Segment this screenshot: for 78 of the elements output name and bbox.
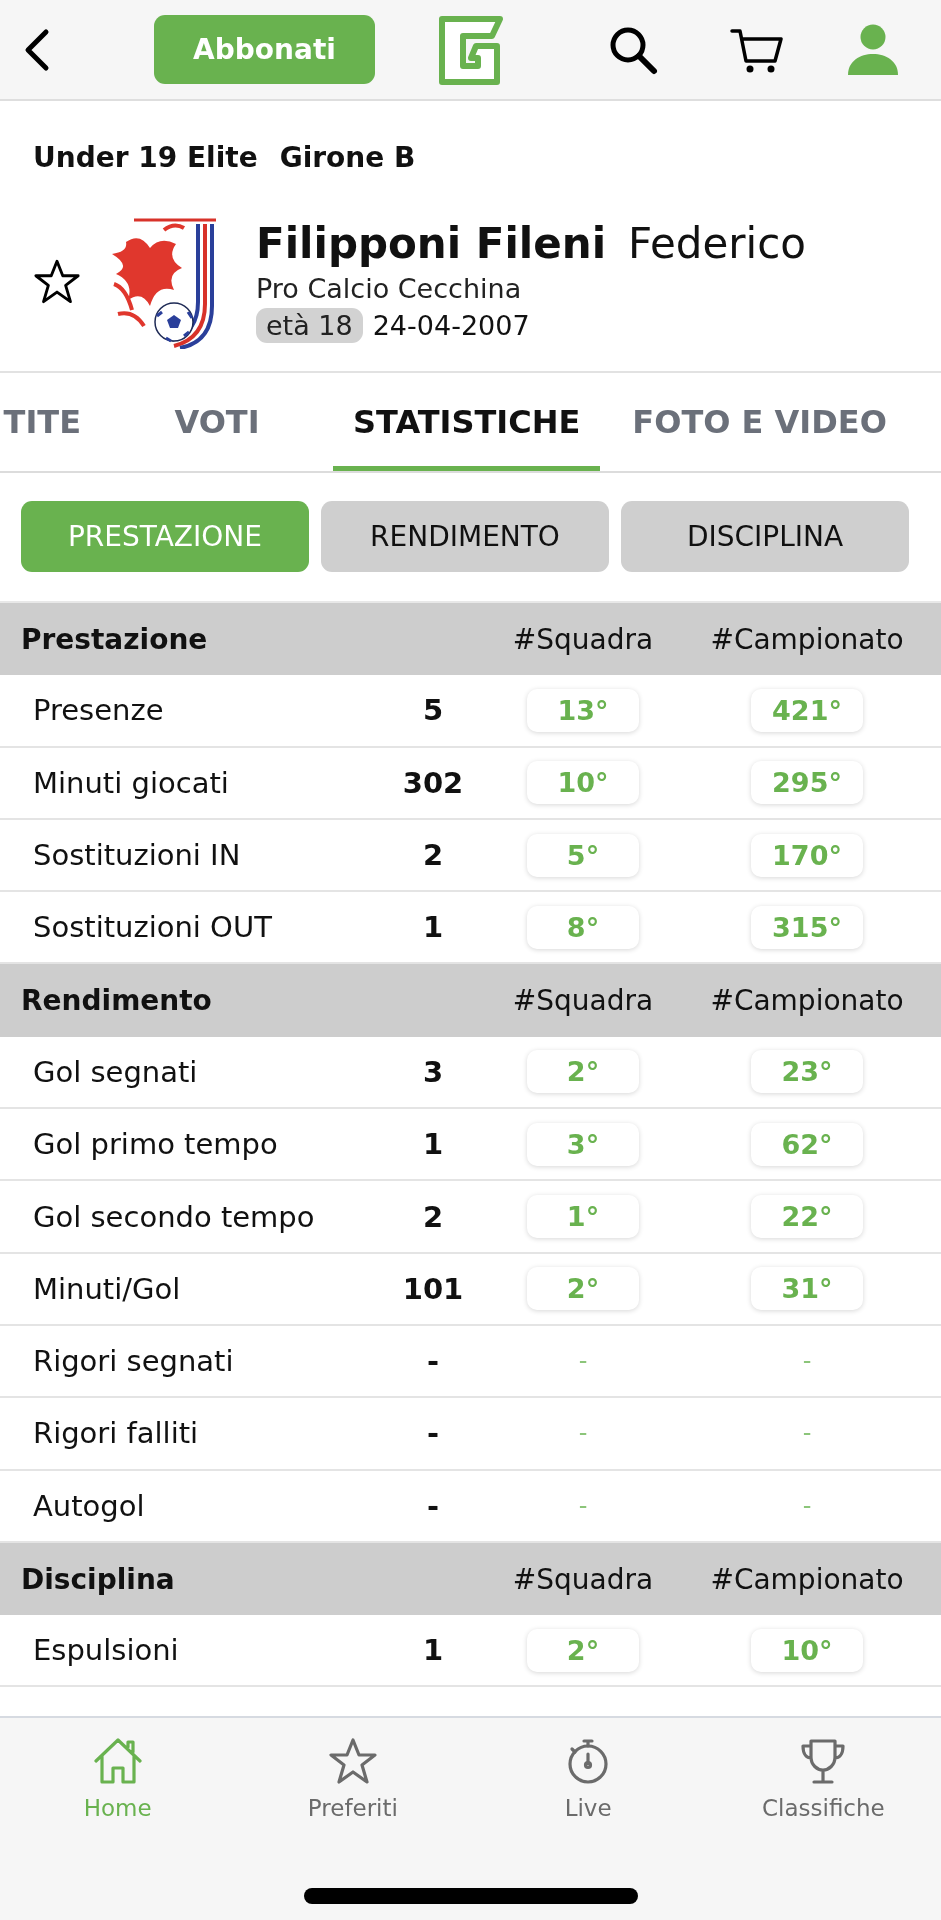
section-title: Prestazione bbox=[21, 622, 208, 656]
stat-label: Espulsioni bbox=[33, 1633, 179, 1668]
stat-value: 5 bbox=[422, 693, 444, 728]
stat-label: Presenze bbox=[33, 693, 164, 728]
column-header: #Campionato bbox=[710, 1562, 904, 1596]
rank-value: - bbox=[802, 1491, 812, 1520]
stat-value: 1 bbox=[422, 1633, 444, 1668]
stat-label: Gol primo tempo bbox=[33, 1127, 278, 1162]
rank-badge: 170° bbox=[751, 833, 863, 877]
stat-label: Sostituzioni IN bbox=[33, 838, 241, 873]
rank-badge: 2° bbox=[527, 1628, 639, 1672]
column-header: #Squadra bbox=[512, 1562, 654, 1596]
stat-value: - bbox=[426, 1488, 439, 1523]
rank-badge: 295° bbox=[751, 761, 863, 805]
rank-value: - bbox=[578, 1491, 588, 1520]
stat-label: Gol segnati bbox=[33, 1054, 198, 1089]
column-header: #Squadra bbox=[512, 984, 654, 1018]
tab[interactable]: STATISTICHE bbox=[333, 373, 601, 471]
rank-badge: 315° bbox=[751, 905, 863, 949]
stat-value: 2 bbox=[422, 838, 444, 873]
player-first-name: Federico bbox=[628, 220, 806, 269]
rank-badge: 8° bbox=[527, 905, 639, 949]
nav-item[interactable]: Live bbox=[470, 1718, 706, 1822]
stat-value: 302 bbox=[402, 765, 464, 800]
rank-badge: 31° bbox=[751, 1267, 863, 1311]
rank-badge: 22° bbox=[751, 1195, 863, 1238]
tab[interactable]: TITE bbox=[0, 373, 101, 471]
stat-value: 1 bbox=[422, 910, 444, 945]
rank-badge: 5° bbox=[527, 833, 639, 877]
stat-label: Minuti giocati bbox=[33, 765, 229, 800]
stat-label: Rigori falliti bbox=[33, 1416, 199, 1451]
rank-badge: 2° bbox=[527, 1050, 639, 1094]
tab[interactable]: FOTO E VIDEO bbox=[612, 373, 907, 471]
rank-badge: 13° bbox=[527, 688, 639, 732]
rank-badge: 2° bbox=[527, 1267, 639, 1311]
column-header: #Campionato bbox=[710, 984, 904, 1018]
stat-label: Minuti/Gol bbox=[33, 1271, 181, 1306]
home-icon bbox=[92, 1737, 143, 1785]
filter-tab[interactable]: PRESTAZIONE bbox=[21, 501, 309, 572]
rank-value: - bbox=[802, 1347, 812, 1376]
stat-value: 1 bbox=[422, 1127, 444, 1162]
rank-value: - bbox=[802, 1419, 812, 1448]
column-header: #Campionato bbox=[710, 622, 904, 656]
rank-badge: 1° bbox=[527, 1195, 639, 1238]
stat-value: - bbox=[426, 1416, 439, 1451]
tab[interactable]: VOTI bbox=[113, 373, 321, 471]
group-name: Girone B bbox=[279, 141, 416, 174]
player-surname: Filipponi Fileni bbox=[256, 220, 607, 269]
rank-badge: 10° bbox=[751, 1628, 863, 1672]
nav-item[interactable]: Preferiti bbox=[235, 1718, 471, 1822]
stat-label: Rigori segnati bbox=[33, 1344, 234, 1379]
stat-label: Gol secondo tempo bbox=[33, 1199, 315, 1234]
stat-label: Sostituzioni OUT bbox=[33, 910, 272, 945]
rank-value: - bbox=[578, 1347, 588, 1376]
rank-badge: 421° bbox=[751, 688, 863, 732]
rank-badge: 10° bbox=[527, 761, 639, 805]
birth-date: 24-04-2007 bbox=[372, 309, 530, 341]
rank-badge: 23° bbox=[751, 1050, 863, 1094]
section-title: Disciplina bbox=[21, 1562, 175, 1596]
section-title: Rendimento bbox=[21, 984, 212, 1018]
rank-badge: 62° bbox=[751, 1122, 863, 1166]
subscribe-button[interactable]: Abbonati bbox=[154, 15, 375, 84]
stat-value: 3 bbox=[422, 1054, 444, 1089]
stat-value: - bbox=[426, 1344, 439, 1379]
stat-label: Autogol bbox=[33, 1488, 145, 1523]
stat-value: 101 bbox=[402, 1271, 464, 1306]
rank-value: - bbox=[578, 1419, 588, 1448]
team-name: Pro Calcio Cecchina bbox=[256, 272, 523, 304]
favorite-star-icon[interactable] bbox=[33, 258, 81, 305]
filter-tab[interactable]: RENDIMENTO bbox=[321, 501, 609, 572]
filter-tab[interactable]: DISCIPLINA bbox=[621, 501, 909, 572]
age-badge: età 18 bbox=[256, 307, 363, 343]
competition-name: Under 19 Elite bbox=[33, 141, 258, 174]
stat-value: 2 bbox=[422, 1199, 444, 1234]
nav-item[interactable]: Classifiche bbox=[705, 1718, 941, 1822]
column-header: #Squadra bbox=[512, 622, 654, 656]
rank-badge: 3° bbox=[527, 1122, 639, 1166]
star-icon bbox=[327, 1737, 378, 1785]
